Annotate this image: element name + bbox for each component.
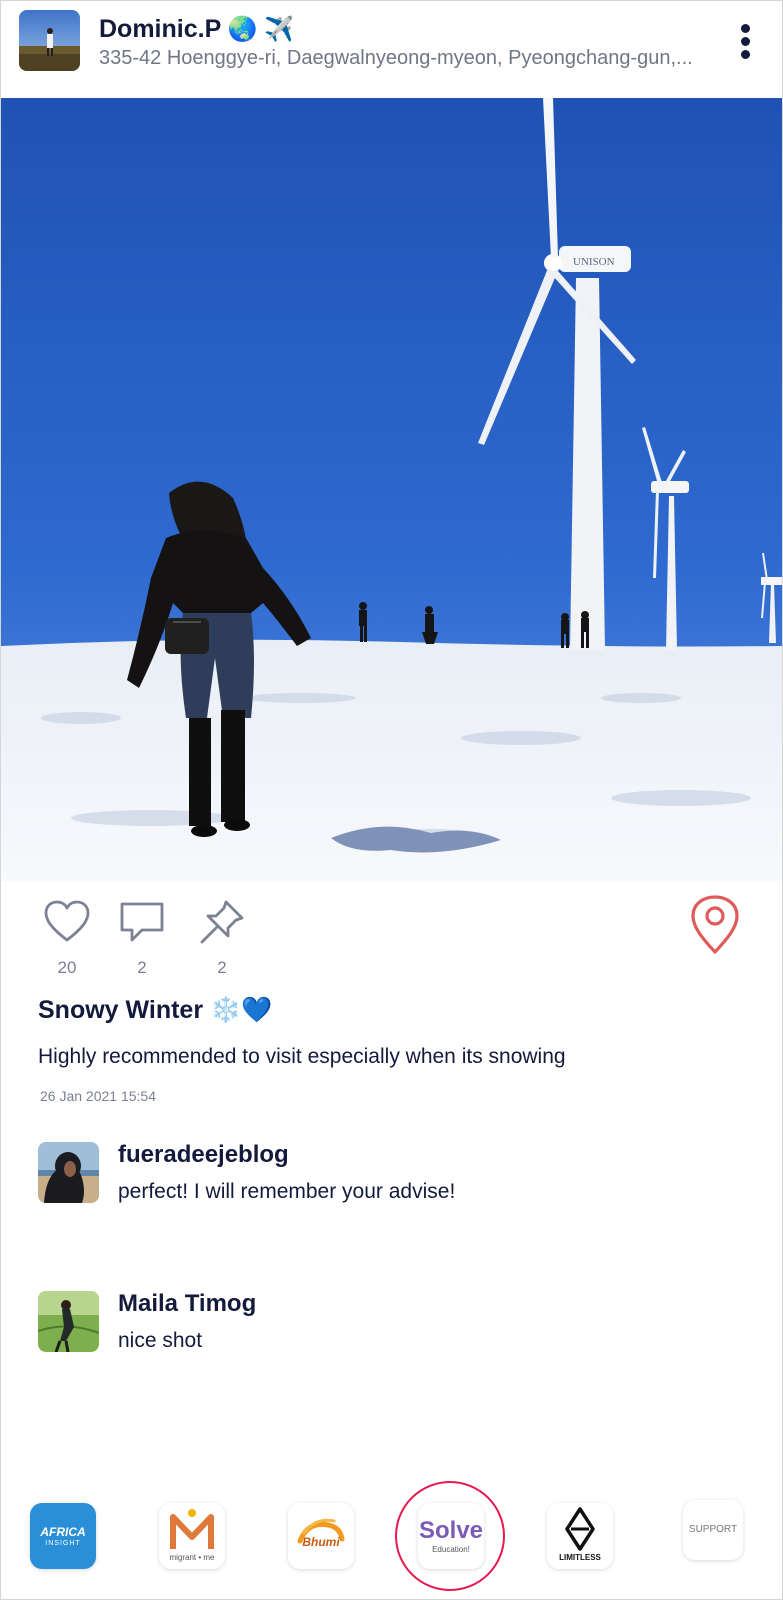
limitless-app[interactable]: LIMITLESS [547,1503,613,1569]
bhumi-app[interactable]: Bhumi [288,1503,354,1569]
limitless-logo [565,1507,595,1551]
author-emojis: 🌏 ✈️ [227,16,295,43]
solve-label: Solve [418,1517,484,1544]
migrant-me-label: migrant • me [169,1553,215,1562]
commenter-name[interactable]: fueradeejeblog [118,1141,289,1169]
title-emojis: ❄️💙 [210,996,273,1024]
pin-button[interactable] [196,896,248,948]
post-header: Dominic.P 🌏 ✈️ 335-42 Hoenggye-ri, Daegw… [0,0,783,98]
comment-text: perfect! I will remember your advise! [118,1180,456,1203]
migrant-me-logo [170,1509,214,1549]
author-avatar[interactable] [19,10,80,71]
likes-count: 20 [57,958,77,977]
heart-icon [44,900,90,942]
commenter-name[interactable]: Maila Timog [118,1290,256,1318]
location-pin-icon[interactable] [688,894,742,956]
turbine-brand: UNISON [573,256,615,268]
africa-insight-app[interactable]: AFRICA INSIGHT [30,1503,96,1569]
post-timestamp: 26 Jan 2021 15:54 [40,1088,156,1104]
support-app[interactable]: SUPPORT [683,1500,743,1560]
post-location[interactable]: 335-42 Hoenggye-ri, Daegwalnyeong-myeon,… [99,47,709,70]
pins-count: 2 [217,958,227,977]
post-title: Snowy Winter ❄️💙 [38,996,273,1024]
comment-icon [120,902,164,942]
author-name[interactable]: Dominic.P 🌏 ✈️ [99,15,294,44]
solve-education-app[interactable]: Solve Education! [418,1503,484,1569]
more-options-icon[interactable] [735,18,759,64]
pushpin-icon [200,900,244,944]
africa-insight-bottom: INSIGHT [45,1540,81,1547]
solve-sub-label: Education! [432,1545,470,1554]
commenter-avatar[interactable] [38,1291,99,1352]
comment-text: nice shot [118,1329,203,1352]
comments-count: 2 [137,958,147,977]
support-label: SUPPORT [688,1524,738,1535]
migrant-me-app[interactable]: migrant • me [159,1503,225,1569]
like-button[interactable] [41,896,93,948]
commenter-avatar[interactable] [38,1142,99,1203]
post-photo[interactable]: UNISON [1,98,782,881]
comment-button[interactable] [116,896,168,948]
limitless-label: LIMITLESS [559,1553,601,1562]
bhumi-label: Bhumi [302,1535,340,1549]
post-description: Highly recommended to visit especially w… [38,1045,566,1068]
africa-insight-top: AFRICA [40,1525,86,1539]
